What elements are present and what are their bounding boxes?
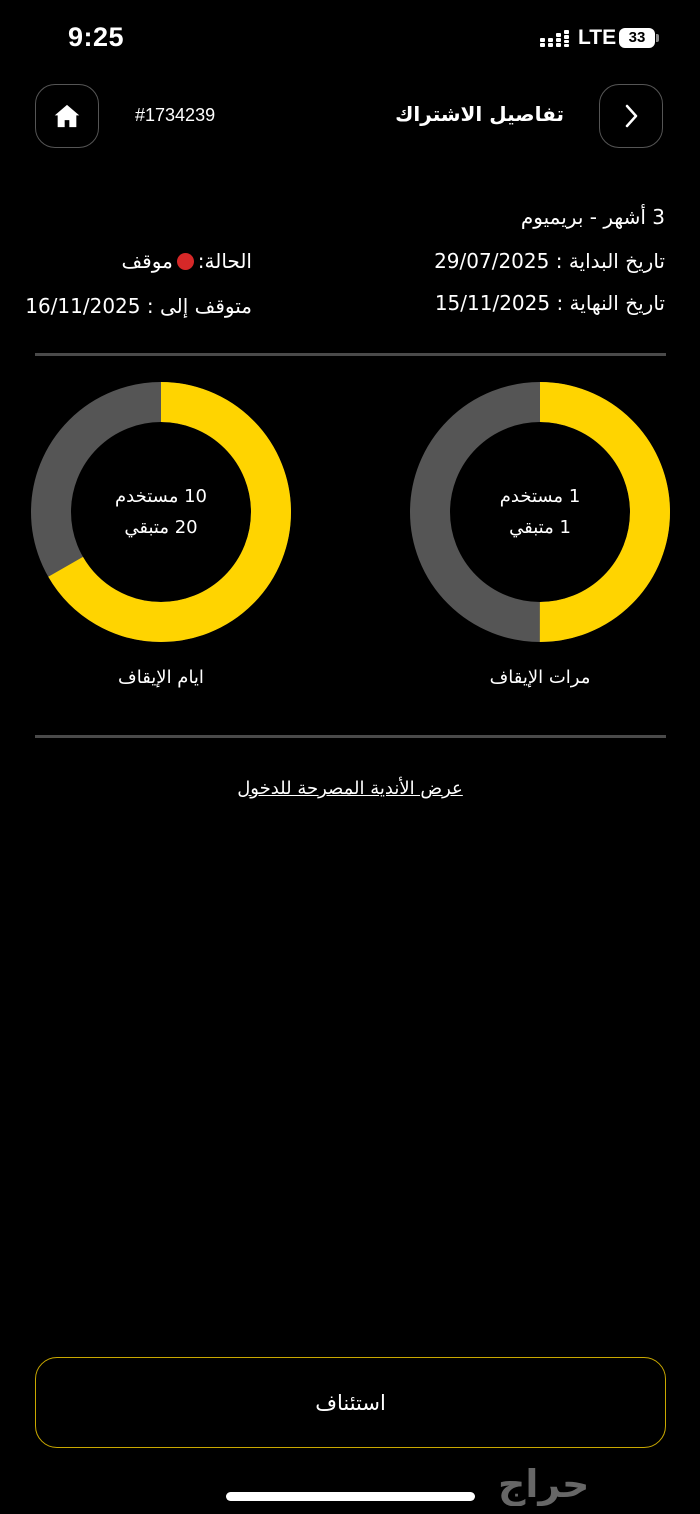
- paused-until: متوقف إلى : 16/11/2025: [25, 294, 252, 318]
- freeze-times-label: مرات الإيقاف: [489, 667, 591, 688]
- freeze-times-remaining: 1 متبقي: [509, 517, 571, 538]
- page-title: تفاصيل الاشتراك: [395, 102, 564, 126]
- status-value: موقف: [121, 249, 173, 273]
- watermark-logo: حراج: [498, 1462, 590, 1506]
- cellular-signal-icon: [540, 30, 569, 47]
- chevron-right-icon: [625, 104, 638, 128]
- status-label: الحالة:: [197, 249, 252, 273]
- battery-icon: 33: [619, 28, 660, 48]
- freeze-days-remaining: 20 متبقي: [124, 517, 198, 538]
- resume-button-label: استئناف: [315, 1390, 386, 1415]
- home-button[interactable]: [35, 84, 99, 148]
- freeze-times-used: 1 مستخدم: [499, 486, 581, 507]
- freeze-times-chart: 1 مستخدم 1 متبقي: [409, 381, 671, 643]
- back-button[interactable]: [599, 84, 663, 148]
- view-authorized-clubs-link[interactable]: عرض الأندية المصرحة للدخول: [0, 778, 700, 799]
- start-date: تاريخ البداية : 29/07/2025: [434, 249, 665, 273]
- network-type: LTE: [578, 26, 617, 49]
- view-authorized-clubs-label: عرض الأندية المصرحة للدخول: [237, 778, 463, 799]
- freeze-days-used: 10 مستخدم: [115, 486, 207, 507]
- divider: [35, 353, 666, 356]
- status-badge: الحالة: موقف: [121, 249, 252, 273]
- home-icon: [54, 104, 80, 128]
- status-dot-icon: [176, 252, 194, 270]
- home-indicator[interactable]: [226, 1492, 475, 1501]
- freeze-days-chart: 10 مستخدم 20 متبقي: [30, 381, 292, 643]
- status-time: 9:25: [68, 22, 125, 52]
- plan-name: 3 أشهر - بريميوم: [520, 205, 665, 229]
- freeze-days-label: ايام الإيقاف: [118, 667, 204, 688]
- divider: [35, 735, 666, 738]
- end-date: تاريخ النهاية : 15/11/2025: [434, 291, 665, 315]
- subscription-id: #1734239: [135, 105, 216, 125]
- resume-button[interactable]: استئناف: [35, 1357, 666, 1448]
- battery-level: 33: [628, 29, 646, 46]
